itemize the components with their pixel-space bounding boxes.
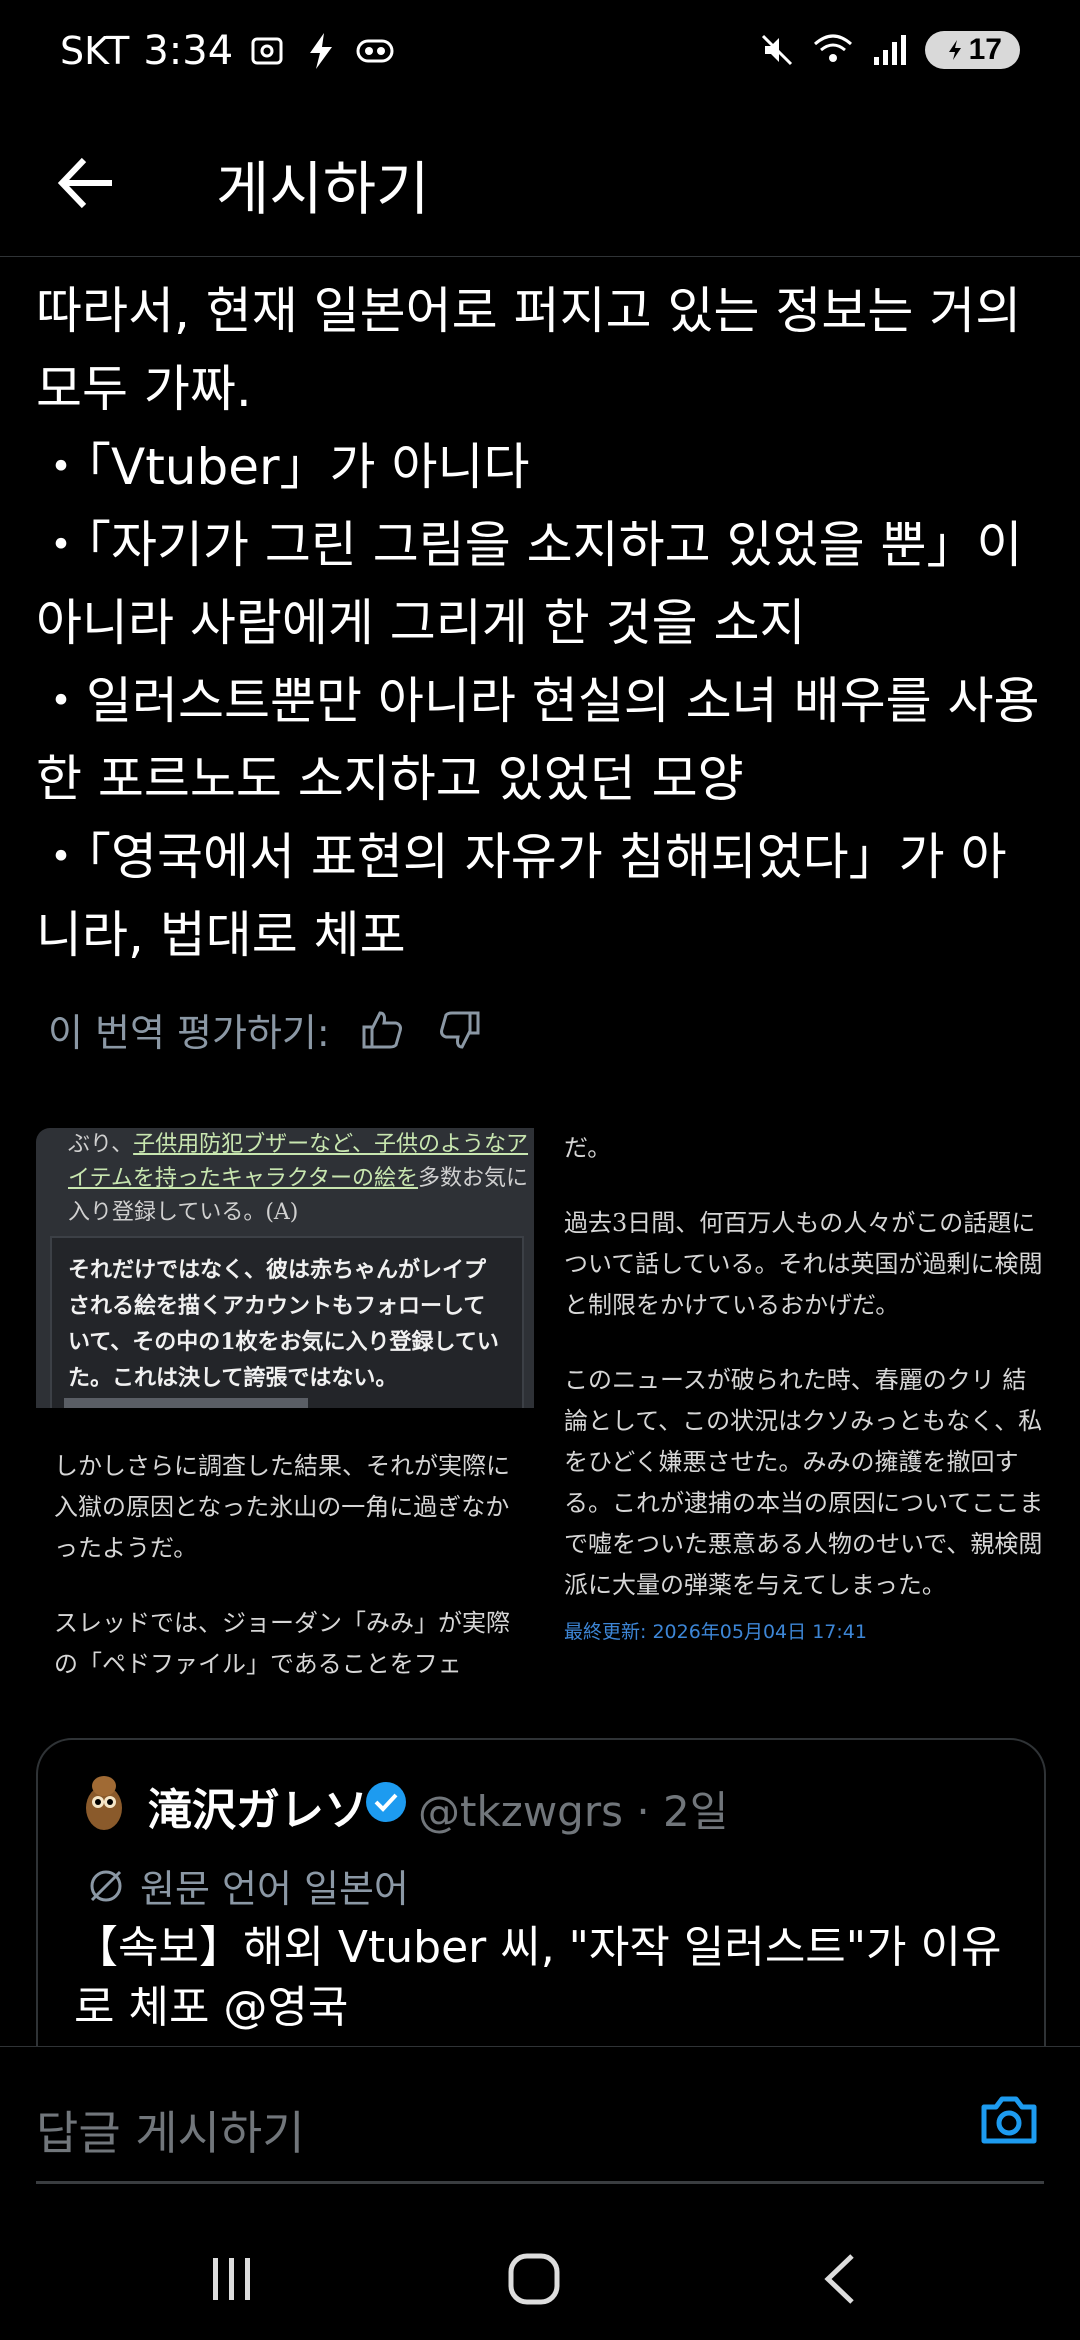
translation-label: 원문 언어 일본어 [140,1867,409,1911]
article-paragraph: しかしさらに調査した結果、それが実際に入獄の原因となった氷山の一角に過ぎなかった… [54,1452,510,1562]
thumbs-up-icon[interactable] [360,1007,406,1053]
avatar[interactable] [74,1772,134,1832]
signal-icon [869,30,909,70]
battery-indicator: 17 [924,31,1020,69]
top-app-bar: 게시하기 [0,110,1080,257]
status-bar: SKT 3:34 17 [0,0,1080,110]
article-divider [64,1398,308,1408]
article-updated-timestamp: 最終更新: 2026年05月04日 17:41 [564,1621,867,1643]
article-quote-text: それだけではなく、彼は赤ちゃんがレイプされる絵を描くアカウントもフォローしていて… [68,1257,499,1391]
page-title: 게시하기 [216,155,430,223]
translate-icon [90,1870,122,1901]
article-column-right: だ。 過去3日間、何百万人もの人々がこの話題について話している。それは英国が過剰… [564,1128,1046,1653]
recent-apps-icon[interactable] [192,2244,272,2314]
quoted-post-card[interactable]: 滝沢ガレソ @tkzwgrs · 2일 원문 언어 일본어 【속보】해외 Vtu… [36,1738,1046,2060]
wifi-icon [813,30,853,70]
back-arrow-icon[interactable] [52,148,122,218]
article-paragraph: だ。 [564,1134,612,1162]
article-column-left: しかしさらに調査した結果、それが実際に入獄の原因となった氷山の一角に過ぎなかった… [54,1446,524,1719]
article-top-text: ぶり、子供用防犯ブザーなど、子供のようなアイテムを持ったキャラクターの絵を多数お… [68,1132,529,1225]
verified-badge-icon [364,1780,408,1824]
article-paragraph: このニュースが破られた時、春麗のクリ 結論として、この状況はクソみっともなく、私… [564,1366,1044,1599]
clock: 3:34 [143,28,234,74]
post-line: 따라서, 현재 일본어로 퍼지고 있는 정보는 거의 모두 가짜. [36,282,1022,418]
home-icon[interactable] [494,2244,574,2314]
post-line: ・「Vtuber」가 아니다 [36,438,530,496]
translation-notice: 원문 언어 일본어 [86,1858,409,1913]
camera-icon[interactable] [978,2091,1040,2149]
quoted-post-text: 【속보】해외 Vtuber 씨, "자작 일러스트"가 이유로 체포 @영국 [74,1922,1002,2033]
article-paragraph: スレッドでは、ジョーダン「みみ」が実際の「ペドファイル」であることをフェ [54,1609,510,1678]
post-line: ・「자기가 그린 그림을 소지하고 있었을 뿐」이 아니라 사람에게 그리게 한… [36,516,1023,652]
post-media-image[interactable]: ぶり、子供用防犯ブザーなど、子供のようなアイテムを持ったキャラクターの絵を多数お… [36,1128,1046,1698]
author-handle: @tkzwgrs · 2일 [418,1787,729,1836]
back-nav-icon[interactable] [800,2244,880,2314]
post-text: 따라서, 현재 일본어로 퍼지고 있는 정보는 거의 모두 가짜. ・「Vtub… [36,272,1046,974]
post-line: ・「영국에서 표현의 자유가 침해되었다」가 아니라, 법대로 체포 [36,828,1007,964]
post-line: ・일러스트뿐만 아니라 현실의 소녀 배우를 사용한 포르노도 소지하고 있었던… [36,672,1040,808]
article-screenshot: ぶり、子供用防犯ブザーなど、子供のようなアイテムを持ったキャラクターの絵を多数お… [36,1128,534,1408]
charging-icon [301,31,341,71]
carrier-label: SKT [60,29,130,73]
thumbs-down-icon[interactable] [436,1007,482,1053]
screenshot-icon [247,31,287,71]
author-name: 滝沢ガレソ [148,1785,368,1836]
translation-rating: 이 번역 평가하기: [48,1002,482,1057]
reply-input[interactable]: 답글 게시하기 [36,2097,305,2163]
article-paragraph: 過去3日間、何百万人もの人々がこの話題について話している。それは英国が過剰に検閲… [564,1209,1043,1319]
article-quote-box: それだけではなく、彼は赤ちゃんがレイプされる絵を描くアカウントもフォローしていて… [50,1236,524,1408]
rate-label: 이 번역 평가하기: [48,1011,330,1055]
system-navigation-bar [0,2214,1080,2340]
battery-level: 17 [968,33,1002,66]
mute-icon [757,30,797,70]
reply-underline [36,2181,1044,2184]
link-icon [355,31,395,71]
